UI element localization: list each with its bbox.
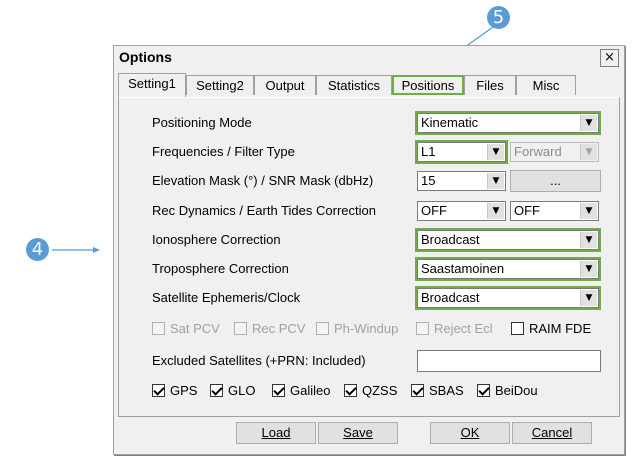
checkbox-checked-icon [210,384,223,397]
sbas-checkbox[interactable]: SBAS [411,383,464,398]
cancel-button[interactable]: Cancel [512,422,592,444]
ephemeris-label: Satellite Ephemeris/Clock [152,290,301,305]
chevron-down-icon: ▼ [580,144,597,160]
tab-output[interactable]: Output [254,75,316,95]
checkbox-icon [316,322,329,335]
checkbox-checked-icon [152,384,165,397]
elevation-mask-select[interactable]: 15 ▼ [417,171,506,191]
gps-checkbox[interactable]: GPS [152,383,197,398]
arrow-4-head [93,247,100,253]
ionosphere-label: Ionosphere Correction [152,232,281,247]
checkbox-icon [511,322,524,335]
snr-mask-button[interactable]: ... [510,170,601,192]
rec-pcv-checkbox[interactable]: Rec PCV [234,321,305,336]
rec-dynamics-select[interactable]: OFF ▼ [417,201,506,221]
troposphere-label: Troposphere Correction [152,261,289,276]
excluded-satellites-label: Excluded Satellites (+PRN: Included) [152,353,366,368]
checkbox-icon [416,322,429,335]
positioning-mode-select[interactable]: Kinematic ▼ [415,111,601,135]
options-dialog: Options × Setting1 Setting2 Output Stati… [113,45,625,455]
callout-4: 4 [26,238,49,261]
qzss-checkbox[interactable]: QZSS [344,383,397,398]
checkbox-checked-icon [477,384,490,397]
earth-tides-select[interactable]: OFF ▼ [510,201,599,221]
excluded-satellites-input[interactable] [417,350,601,372]
tab-statistics[interactable]: Statistics [316,75,392,95]
chevron-down-icon: ▼ [487,173,504,189]
beidou-checkbox[interactable]: BeiDou [477,383,538,398]
chevron-down-icon: ▼ [580,290,597,306]
chevron-down-icon: ▼ [580,115,597,131]
checkbox-icon [152,322,165,335]
setting1-panel: Positioning Mode Kinematic ▼ Frequencies… [118,97,620,417]
positioning-mode-label: Positioning Mode [152,115,252,130]
title-bar: Options × [114,46,624,70]
load-button[interactable]: Load [236,422,316,444]
tab-misc[interactable]: Misc [516,75,576,95]
filter-type-select[interactable]: Forward ▼ [510,142,599,162]
callout-5: 5 [487,6,510,29]
tab-files[interactable]: Files [464,75,516,95]
chevron-down-icon: ▼ [487,144,504,160]
frequency-select[interactable]: L1 ▼ [415,140,508,164]
close-icon: × [604,50,615,65]
glo-checkbox[interactable]: GLO [210,383,255,398]
checkbox-checked-icon [344,384,357,397]
checkbox-icon [234,322,247,335]
raim-fde-checkbox[interactable]: RAIM FDE [511,321,591,336]
ok-button[interactable]: OK [430,422,510,444]
elev-snr-label: Elevation Mask (°) / SNR Mask (dbHz) [152,173,374,188]
chevron-down-icon: ▼ [487,203,504,219]
troposphere-select[interactable]: Saastamoinen ▼ [415,257,601,281]
sat-pcv-checkbox[interactable]: Sat PCV [152,321,220,336]
save-button[interactable]: Save [318,422,398,444]
button-bar: Load Save OK Cancel [118,420,620,450]
checkbox-checked-icon [272,384,285,397]
dynamics-tides-label: Rec Dynamics / Earth Tides Correction [152,203,376,218]
window-title: Options [119,49,172,65]
checkbox-checked-icon [411,384,424,397]
freq-filter-label: Frequencies / Filter Type [152,144,295,159]
tab-setting1[interactable]: Setting1 [118,73,186,97]
galileo-checkbox[interactable]: Galileo [272,383,330,398]
chevron-down-icon: ▼ [580,261,597,277]
reject-ecl-checkbox[interactable]: Reject Ecl [416,321,493,336]
close-button[interactable]: × [600,49,619,67]
chevron-down-icon: ▼ [580,232,597,248]
ionosphere-select[interactable]: Broadcast ▼ [415,228,601,252]
tab-setting2[interactable]: Setting2 [186,75,254,95]
ephemeris-select[interactable]: Broadcast ▼ [415,286,601,310]
ph-windup-checkbox[interactable]: Ph-Windup [316,321,398,336]
tab-positions[interactable]: Positions [392,75,464,95]
chevron-down-icon: ▼ [580,203,597,219]
